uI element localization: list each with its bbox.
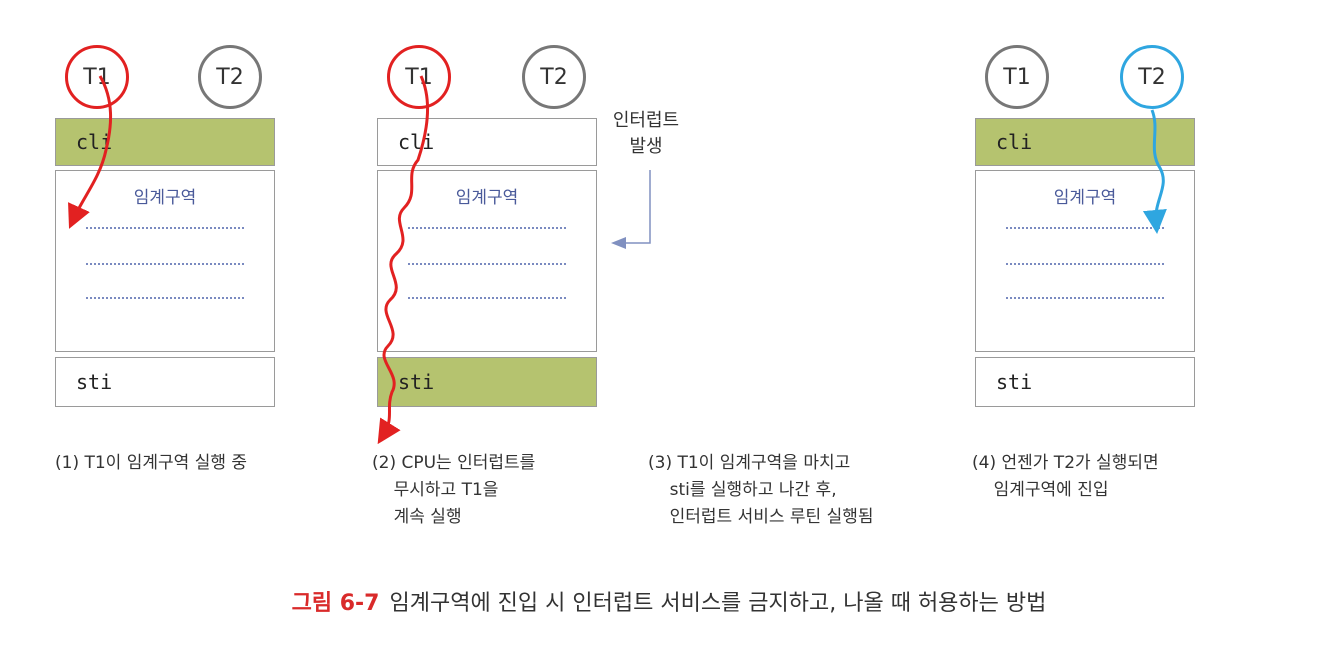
t1-continue-arrow xyxy=(377,75,430,445)
figure-caption: 그림 6-7 임계구역에 진입 시 인터럽트 서비스를 금지하고, 나올 때 허용… xyxy=(0,585,1338,617)
flow-arrows xyxy=(68,75,1167,445)
caption-step-3: (3) T1이 임계구역을 마치고 sti를 실행하고 나간 후, 인터럽트 서… xyxy=(648,453,874,527)
caption-step-1: (1) T1이 임계구역 실행 중 xyxy=(55,453,248,473)
caption-step-2: (2) CPU는 인터럽트를 무시하고 T1을 계속 실행 xyxy=(372,453,536,527)
caption-step-4: (4) 언젠가 T2가 실행되면 임계구역에 진입 xyxy=(972,453,1159,500)
t2-path-arrow xyxy=(1142,109,1167,234)
figure-number: 그림 6-7 xyxy=(291,591,380,616)
interrupt-arrow xyxy=(611,170,651,249)
t1-path-arrow xyxy=(68,75,113,229)
figure-title: 임계구역에 진입 시 인터럽트 서비스를 금지하고, 나올 때 허용하는 방법 xyxy=(389,591,1047,616)
